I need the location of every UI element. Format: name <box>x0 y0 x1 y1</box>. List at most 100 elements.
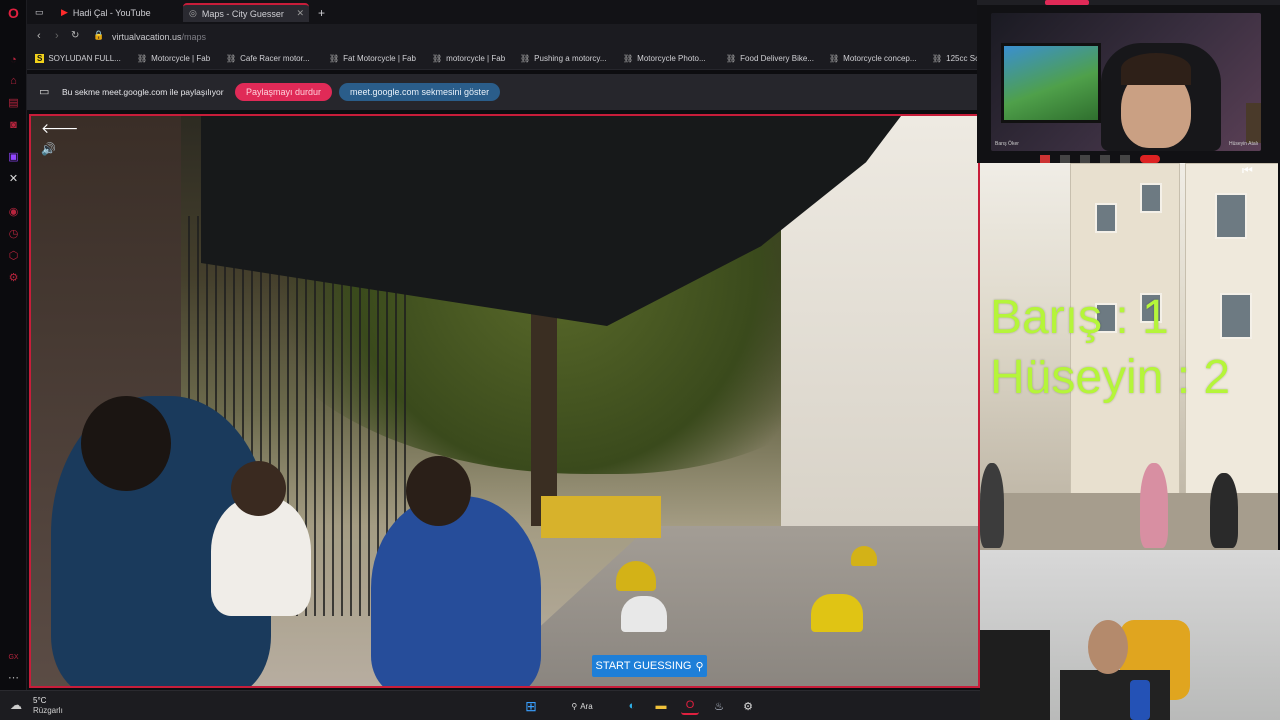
participant-name-right: Hüseyin Atalı <box>1229 141 1259 147</box>
present-icon[interactable] <box>1080 155 1090 163</box>
settings-icon[interactable]: ⚙ <box>6 270 21 285</box>
bookmark-label: Motorcycle | Fab <box>151 54 211 63</box>
link-icon: ⛓ <box>829 54 840 63</box>
window <box>1215 193 1247 239</box>
tab-city-guesser[interactable]: ◎ Maps - City Guesser ✕ <box>183 3 309 22</box>
bookmark-label: 125cc Sc <box>946 54 980 63</box>
settings-app-icon[interactable]: ⚙ <box>739 697 757 715</box>
messenger-icon[interactable]: ▤ <box>6 95 21 110</box>
person-head <box>406 456 471 526</box>
water-bottle <box>1130 680 1150 720</box>
bookmark-item[interactable]: ⛓ motorcycle | Fab <box>432 54 505 63</box>
bookmark-label: Cafe Racer motor... <box>240 54 310 63</box>
mic-off-icon[interactable] <box>1040 155 1050 163</box>
edge-icon[interactable]: ◐ <box>623 697 641 715</box>
search-label: Ara <box>580 701 593 711</box>
rewind-icon[interactable]: ⏮ <box>1242 163 1253 178</box>
tab-label: Hadi Çal - YouTube <box>72 7 151 18</box>
weather-desc[interactable]: Rüzgarlı <box>33 706 63 715</box>
extensions-icon[interactable]: ⬡ <box>6 248 21 263</box>
address-bar: ‹ › ↻ 🔒 virtualvacation.us/maps <box>27 24 980 50</box>
opera-sidebar: O ◔ ⌂ ▤ ◙ ▣ ✕ ◉ ◷ ⬡ ⚙ GX ⋯ <box>0 0 27 690</box>
end-call-icon[interactable] <box>1140 155 1160 163</box>
url-field[interactable]: virtualvacation.us/maps <box>112 32 206 42</box>
link-icon: ⛓ <box>432 54 443 63</box>
bookmark-item[interactable]: ⛓ Fat Motorcycle | Fab <box>329 54 416 63</box>
sidewalk <box>471 526 978 686</box>
start-guessing-button[interactable]: START GUESSING ⚲ <box>592 655 707 677</box>
stop-sharing-button[interactable]: Paylaşmayı durdur <box>235 83 333 101</box>
search-button[interactable]: ⚲ Ara <box>567 697 597 715</box>
bookmark-item[interactable]: ⛓ Food Delivery Bike... <box>726 54 814 63</box>
shopping-icon[interactable]: ⌂ <box>6 73 21 88</box>
link-icon: ⛓ <box>726 54 737 63</box>
back-icon[interactable]: ‹ <box>37 30 41 42</box>
bookmark-item[interactable]: ⛓ Motorcycle concep... <box>829 54 917 63</box>
file-explorer-icon[interactable]: ▬ <box>652 697 670 715</box>
start-icon[interactable]: ⊞ <box>522 697 540 715</box>
globe-icon: ◎ <box>189 8 197 18</box>
steam-icon[interactable]: ♨ <box>710 697 728 715</box>
new-tab-icon[interactable]: + <box>312 3 328 22</box>
bookmark-item[interactable]: ⛓ Motorcycle | Fab <box>137 54 210 63</box>
window <box>1140 183 1162 213</box>
meet-controls <box>1040 155 1210 163</box>
pedestrian <box>1140 463 1168 548</box>
bookmark-item[interactable]: ⛓ Pushing a motorcy... <box>520 54 606 63</box>
person-body <box>1060 670 1170 720</box>
more-icon[interactable]: ⋯ <box>6 670 21 685</box>
forward-icon[interactable]: › <box>55 30 59 42</box>
bookmark-label: motorcycle | Fab <box>446 54 506 63</box>
close-tab-icon[interactable]: ✕ <box>296 8 304 19</box>
x-icon[interactable]: ✕ <box>6 171 21 186</box>
pedestrian <box>980 463 1004 548</box>
tab-youtube[interactable]: ▶ Hadi Çal - YouTube <box>55 3 180 22</box>
reload-icon[interactable]: ↻ <box>71 30 79 41</box>
score-overlay: Barış : 1 Hüseyin : 2 <box>990 288 1230 408</box>
bookmark-label: Motorcycle Photo... <box>637 54 706 63</box>
street-view[interactable]: 🡐 🔊 <box>29 114 980 688</box>
bookmark-favicon-icon: S <box>35 54 45 63</box>
opera-logo-icon[interactable]: O <box>6 5 21 21</box>
pedestrian <box>1210 473 1238 548</box>
workspace-icon[interactable]: ▭ <box>29 3 51 22</box>
bollard <box>811 594 863 632</box>
tree-trunk <box>531 296 557 526</box>
small-thumbnail <box>1246 103 1261 143</box>
bookmark-label: Motorcycle concep... <box>843 54 917 63</box>
search-icon: ⚲ <box>571 701 578 711</box>
streamer-hair <box>1121 53 1191 85</box>
bollard <box>621 596 667 632</box>
camera-icon[interactable] <box>1060 155 1070 163</box>
cast-icon: ▭ <box>39 86 50 98</box>
windows-taskbar: ☁ 5°C Rüzgarlı ⊞ ⚲ Ara ◐ ▬ O ♨ ⚙ <box>0 690 980 720</box>
link-icon: ⛓ <box>623 54 634 63</box>
bookmark-item[interactable]: ⛓ Motorcycle Photo... <box>623 54 706 63</box>
bookmark-label: SOYLUDAN FULL... <box>48 54 121 63</box>
reactions-icon[interactable] <box>1100 155 1110 163</box>
bookmark-item[interactable]: ⛓ 125cc Sc <box>932 54 979 63</box>
bookmark-item[interactable]: ⛓ Cafe Racer motor... <box>226 54 310 63</box>
link-icon: ⛓ <box>520 54 531 63</box>
sharing-message: Bu sekme meet.google.com ile paylaşılıyo… <box>62 87 224 97</box>
back-arrow-icon[interactable]: 🡐 <box>41 120 79 137</box>
music-icon[interactable]: ◙ <box>6 117 21 132</box>
window <box>1095 203 1117 233</box>
meet-header <box>977 0 1280 5</box>
score-baris: Barış : 1 <box>990 291 1169 344</box>
twitch-icon[interactable]: ▣ <box>6 149 21 164</box>
meet-stop-pill[interactable] <box>1045 0 1089 5</box>
url-path: /maps <box>181 32 207 42</box>
bookmark-item[interactable]: S SOYLUDAN FULL... <box>35 54 121 63</box>
show-meet-tab-button[interactable]: meet.google.com sekmesini göster <box>339 83 501 101</box>
participant-name-left: Barış Öker <box>995 141 1019 147</box>
history-icon[interactable]: ◷ <box>6 226 21 241</box>
volume-icon[interactable]: 🔊 <box>41 142 56 156</box>
player-icon[interactable]: ◉ <box>6 204 21 219</box>
opera-gx-icon[interactable]: O <box>681 697 699 715</box>
aria-icon[interactable]: ◔ <box>6 52 21 67</box>
weather-icon: ☁ <box>10 698 22 712</box>
more-options-icon[interactable] <box>1120 155 1130 163</box>
person-blue-shirt <box>371 496 541 686</box>
weather-temp[interactable]: 5°C <box>33 696 46 705</box>
